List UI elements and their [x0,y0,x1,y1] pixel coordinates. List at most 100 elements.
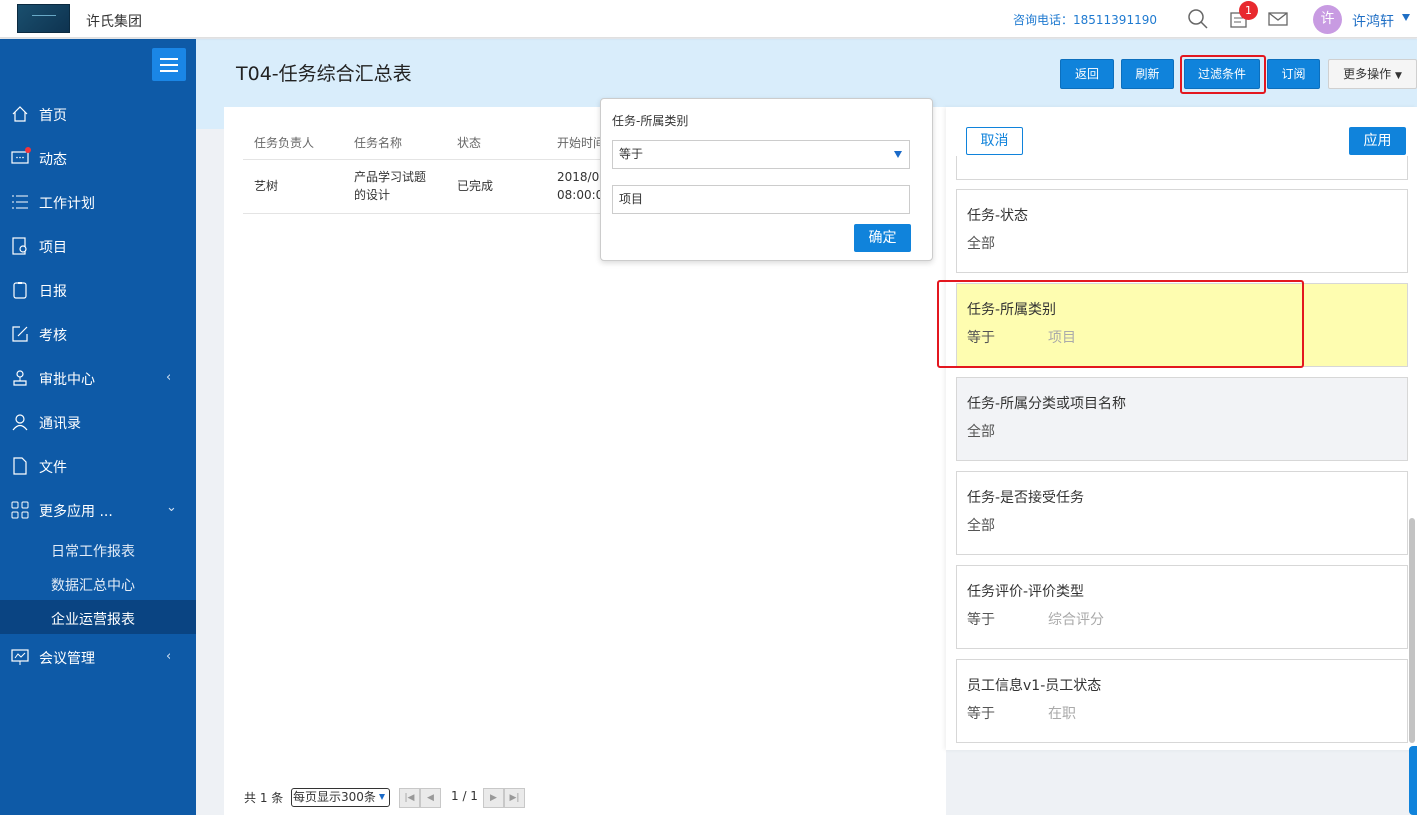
confirm-button[interactable]: 确定 [854,224,911,252]
cell-status: 已完成 [457,179,494,193]
sidebar-item-feed[interactable]: 动态 [0,136,196,180]
cell-owner: 艺树 [254,179,279,193]
last-page-button[interactable]: ▶| [504,788,525,808]
sidebar-item-files[interactable]: 文件 [0,444,196,488]
first-page-button[interactable]: |◀ [399,788,420,808]
sidebar-subitem-daily-work-report[interactable]: 日常工作报表 [0,532,196,566]
chevron-left-icon: ‹ [166,649,172,664]
cancel-button[interactable]: 取消 [966,127,1023,155]
caret-down-icon [379,794,385,800]
sidebar-item-label: 通讯录 [39,416,81,432]
sidebar-item-approval[interactable]: 审批中心 ‹ [0,356,196,400]
column-header[interactable]: 任务负责人 [254,134,314,151]
username[interactable]: 许鸿轩 [1352,11,1394,31]
subscribe-button[interactable]: 订阅 [1267,59,1320,89]
sidebar-item-label: 首页 [39,108,67,124]
filter-operator: 全部 [967,518,995,534]
company-name: 许氏集团 [86,14,142,30]
filter-drawer: 取消 应用 任务-状态 全部 任务-所属类别 等于 项目 任务-所属分类或项目名… [946,107,1417,750]
top-bar: 许氏集团 咨询电话：18511391190 1 许 许鸿轩 [0,0,1417,38]
sidebar-subitem-label: 企业运营报表 [51,612,135,628]
filter-title: 任务-所属分类或项目名称 [967,396,1127,412]
edit-icon [12,326,28,342]
chevron-down-icon: ⌄ [166,500,177,515]
page-title: T04-任务综合汇总表 [236,63,412,85]
sidebar-item-contacts[interactable]: 通讯录 [0,400,196,444]
search-icon[interactable] [1187,8,1209,30]
list-icon [12,195,28,209]
more-actions-button[interactable]: 更多操作 ▼ [1328,59,1417,89]
apps-icon [11,501,29,519]
company-logo[interactable] [17,4,70,33]
sidebar-item-label: 动态 [39,152,67,168]
sidebar: 首页 动态 工作计划 项目 日报 考核 审批中心 ‹ 通讯录 文件 更多应用 .… [0,39,196,815]
sidebar-subitem-label: 日常工作报表 [51,544,135,560]
filter-value: 在职 [1048,706,1076,722]
filter-card[interactable]: 任务-所属分类或项目名称 全部 [956,377,1408,461]
chevron-down-icon[interactable] [1402,14,1410,21]
side-tab-handle[interactable] [1409,746,1417,815]
sidebar-subitem-operations-report[interactable]: 企业运营报表 [0,600,196,634]
sidebar-item-work-plan[interactable]: 工作计划 [0,180,196,224]
file-icon [13,457,27,475]
sidebar-item-label: 文件 [39,460,67,476]
notification-badge: 1 [1239,1,1258,20]
filter-card[interactable]: 员工信息v1-员工状态 等于 在职 [956,659,1408,743]
filter-card[interactable]: 任务-是否接受任务 全部 [956,471,1408,555]
page-size-select[interactable]: 每页显示300条 [291,788,390,807]
sidebar-item-label: 更多应用 ... [39,504,113,520]
filter-card[interactable]: 任务评价-评价类型 等于 综合评分 [956,565,1408,649]
stamp-icon [13,370,27,386]
sidebar-subitem-label: 数据汇总中心 [51,578,135,594]
page-size-value: 每页显示300条 [293,790,376,804]
unread-dot [25,147,31,153]
sidebar-item-label: 会议管理 [39,651,95,667]
total-count: 共 1 条 [244,791,284,805]
filter-operator: 等于 [967,706,995,722]
caret-down-icon [894,151,902,158]
column-header[interactable]: 开始时间 [557,134,605,151]
refresh-button[interactable]: 刷新 [1121,59,1174,89]
user-icon [12,414,28,431]
popover-title: 任务-所属类别 [612,114,689,128]
column-header[interactable]: 状态 [457,134,481,151]
filter-popover: 任务-所属类别 等于 项目 确定 [600,98,933,261]
column-header[interactable]: 任务名称 [354,134,402,151]
operator-value: 等于 [619,147,644,161]
menu-toggle-button[interactable] [152,48,186,81]
operator-select[interactable]: 等于 [612,140,910,169]
filter-title: 任务评价-评价类型 [967,584,1085,600]
filter-card[interactable]: 任务-状态 全部 [956,189,1408,273]
meeting-icon [11,649,29,665]
prev-page-button[interactable]: ◀ [420,788,441,808]
sidebar-subitem-data-center[interactable]: 数据汇总中心 [0,566,196,600]
divider [243,213,623,214]
project-icon [12,237,27,255]
filter-operator: 全部 [967,424,995,440]
filter-title: 员工信息v1-员工状态 [967,678,1102,694]
sidebar-item-assessment[interactable]: 考核 [0,312,196,356]
sidebar-item-label: 考核 [39,328,67,344]
clipboard-icon [13,282,27,299]
mail-icon[interactable] [1267,8,1289,30]
avatar[interactable]: 许 [1313,5,1342,34]
filter-value-input[interactable]: 项目 [612,185,910,214]
filter-title: 任务-是否接受任务 [967,490,1085,506]
sidebar-item-label: 工作计划 [39,196,95,212]
drawer-scrollbar[interactable] [1409,518,1415,743]
sidebar-item-more-apps[interactable]: 更多应用 ... ⌄ [0,488,196,532]
apply-button[interactable]: 应用 [1349,127,1406,155]
next-page-button[interactable]: ▶ [483,788,504,808]
sidebar-item-daily-report[interactable]: 日报 [0,268,196,312]
more-actions-label: 更多操作 [1343,67,1392,81]
sidebar-item-meeting[interactable]: 会议管理 ‹ [0,635,196,679]
filter-title: 任务-状态 [967,208,1029,224]
sidebar-item-label: 项目 [39,240,67,256]
back-button[interactable]: 返回 [1060,59,1114,89]
filter-card-partial[interactable] [956,156,1408,180]
page-indicator: 1 / 1 [451,789,478,803]
filter-operator: 等于 [967,612,995,628]
hotline-text: 咨询电话：18511391190 [1013,13,1157,27]
sidebar-item-home[interactable]: 首页 [0,92,196,136]
sidebar-item-project[interactable]: 项目 [0,224,196,268]
